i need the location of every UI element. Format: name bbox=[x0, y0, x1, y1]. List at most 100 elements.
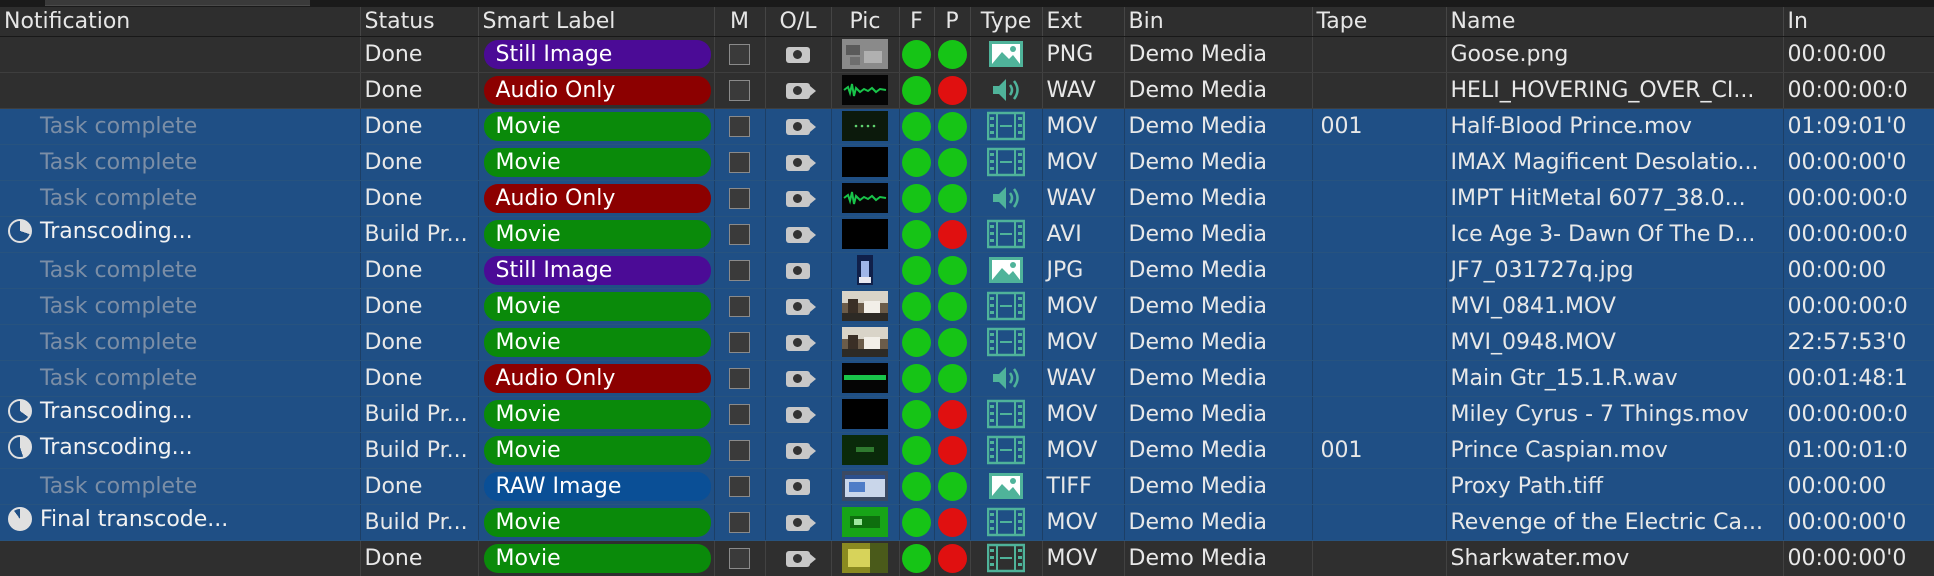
m-cell[interactable] bbox=[714, 36, 766, 73]
smart-label-pill[interactable]: Still Image bbox=[483, 255, 711, 285]
active-tab-indicator[interactable] bbox=[45, 0, 310, 6]
table-row[interactable]: Task complete Done Still Image JPG Demo Medi… bbox=[0, 252, 1934, 289]
smart-label-pill[interactable]: Movie bbox=[483, 543, 711, 573]
mark-checkbox[interactable] bbox=[729, 152, 750, 173]
m-cell[interactable] bbox=[714, 396, 766, 433]
table-row[interactable]: Task complete Done Audio Only WAV Demo Media… bbox=[0, 360, 1934, 397]
smart-label-cell[interactable]: RAW Image bbox=[478, 468, 715, 505]
mark-checkbox[interactable] bbox=[729, 332, 750, 353]
mark-checkbox[interactable] bbox=[729, 80, 750, 101]
m-cell[interactable] bbox=[714, 252, 766, 289]
smart-label-pill[interactable]: Movie bbox=[483, 147, 711, 177]
m-cell[interactable] bbox=[714, 324, 766, 361]
table-row[interactable]: Done Still Image PNG Demo Media Goose.png 00:… bbox=[0, 36, 1934, 73]
mark-checkbox[interactable] bbox=[729, 116, 750, 137]
smart-label-cell[interactable]: Still Image bbox=[478, 252, 715, 289]
m-cell[interactable] bbox=[714, 288, 766, 325]
progress-pie-icon bbox=[8, 399, 32, 424]
column-header-ol[interactable]: O/L bbox=[765, 7, 832, 37]
table-row[interactable]: Task complete Done Movie MOV Demo Media MVI_0… bbox=[0, 324, 1934, 361]
m-cell[interactable] bbox=[714, 72, 766, 109]
smart-label-pill[interactable]: Movie bbox=[483, 219, 711, 249]
m-cell[interactable] bbox=[714, 144, 766, 181]
column-header-ext[interactable]: Ext bbox=[1042, 7, 1125, 37]
column-header-pic[interactable]: Pic bbox=[831, 7, 900, 37]
smart-label-cell[interactable]: Movie bbox=[478, 144, 715, 181]
smart-label-cell[interactable]: Movie bbox=[478, 288, 715, 325]
smart-label-pill[interactable]: Movie bbox=[483, 111, 711, 141]
table-row[interactable]: Task complete Done Movie MOV Demo Media MVI_0… bbox=[0, 288, 1934, 325]
black-thumbnail bbox=[842, 147, 888, 177]
table-row[interactable]: Task complete Done Audio Only WAV Demo Media… bbox=[0, 180, 1934, 217]
tape-cell bbox=[1312, 468, 1447, 505]
mark-checkbox[interactable] bbox=[729, 512, 750, 533]
column-header-in[interactable]: In bbox=[1783, 7, 1934, 37]
speaker-icon bbox=[987, 185, 1025, 210]
table-row[interactable]: Task complete Done RAW Image TIFF Demo Media… bbox=[0, 468, 1934, 505]
column-header-notification[interactable]: Notification bbox=[0, 7, 361, 37]
smart-label-cell[interactable]: Movie bbox=[478, 504, 715, 541]
column-header-status[interactable]: Status bbox=[360, 7, 479, 37]
column-header-p[interactable]: P bbox=[934, 7, 971, 37]
mark-checkbox[interactable] bbox=[729, 440, 750, 461]
smart-label-cell[interactable]: Audio Only bbox=[478, 180, 715, 217]
m-cell[interactable] bbox=[714, 216, 766, 253]
column-header-bin[interactable]: Bin bbox=[1124, 7, 1313, 37]
smart-label-pill[interactable]: RAW Image bbox=[483, 471, 711, 501]
column-header-tape[interactable]: Tape bbox=[1312, 7, 1447, 37]
mark-checkbox[interactable] bbox=[729, 368, 750, 389]
smart-label-cell[interactable]: Audio Only bbox=[478, 72, 715, 109]
m-cell[interactable] bbox=[714, 360, 766, 397]
table-row[interactable]: Task complete Done Movie MOV Demo Media IMAX … bbox=[0, 144, 1934, 181]
smart-label-pill[interactable]: Movie bbox=[483, 291, 711, 321]
m-cell[interactable] bbox=[714, 540, 766, 576]
smart-label-pill[interactable]: Still Image bbox=[483, 39, 711, 69]
table-row[interactable]: Task complete Done Movie MOV Demo Media 001 Ha… bbox=[0, 108, 1934, 145]
film-icon bbox=[987, 291, 1025, 321]
smart-label-pill[interactable]: Audio Only bbox=[483, 75, 711, 105]
m-cell[interactable] bbox=[714, 504, 766, 541]
smart-label-cell[interactable]: Movie bbox=[478, 432, 715, 469]
smart-label-pill[interactable]: Audio Only bbox=[483, 363, 711, 393]
type-cell bbox=[970, 180, 1043, 217]
p-cell bbox=[934, 324, 971, 361]
smart-label-cell[interactable]: Movie bbox=[478, 540, 715, 576]
mark-checkbox[interactable] bbox=[729, 476, 750, 497]
m-cell[interactable] bbox=[714, 180, 766, 217]
table-row[interactable]: Done Audio Only WAV Demo Media HELI_HOVERING… bbox=[0, 72, 1934, 109]
tape-cell bbox=[1312, 540, 1447, 576]
table-row[interactable]: Transcoding... Build Pr... Movie MOV Demo Me… bbox=[0, 396, 1934, 433]
m-cell[interactable] bbox=[714, 108, 766, 145]
mark-checkbox[interactable] bbox=[729, 44, 750, 65]
mark-checkbox[interactable] bbox=[729, 296, 750, 317]
mark-checkbox[interactable] bbox=[729, 404, 750, 425]
column-header-m[interactable]: M bbox=[714, 7, 766, 37]
smart-label-pill[interactable]: Audio Only bbox=[483, 183, 711, 213]
mark-checkbox[interactable] bbox=[729, 260, 750, 281]
column-header-smart-label[interactable]: Smart Label bbox=[478, 7, 715, 37]
smart-label-pill[interactable]: Movie bbox=[483, 327, 711, 357]
status-dot-f bbox=[902, 219, 931, 249]
smart-label-pill[interactable]: Movie bbox=[483, 507, 711, 537]
m-cell[interactable] bbox=[714, 468, 766, 505]
smart-label-cell[interactable]: Movie bbox=[478, 324, 715, 361]
smart-label-cell[interactable]: Movie bbox=[478, 108, 715, 145]
m-cell[interactable] bbox=[714, 432, 766, 469]
mark-checkbox[interactable] bbox=[729, 188, 750, 209]
smart-label-cell[interactable]: Movie bbox=[478, 396, 715, 433]
table-row[interactable]: Transcoding... Build Pr... Movie MOV Demo Me… bbox=[0, 432, 1934, 469]
column-header-f[interactable]: F bbox=[899, 7, 935, 37]
column-header-name[interactable]: Name bbox=[1446, 7, 1784, 37]
smart-label-cell[interactable]: Still Image bbox=[478, 36, 715, 73]
table-row[interactable]: Final transcode... Build Pr... Movie MOV Dem… bbox=[0, 504, 1934, 541]
column-header-type[interactable]: Type bbox=[970, 7, 1043, 37]
table-row[interactable]: Transcoding... Build Pr... Movie AVI Demo Me… bbox=[0, 216, 1934, 253]
smart-label-cell[interactable]: Audio Only bbox=[478, 360, 715, 397]
table-row[interactable]: Done Movie MOV Demo Media Sharkwater.mov 00:0… bbox=[0, 540, 1934, 576]
mark-checkbox[interactable] bbox=[729, 548, 750, 569]
bin-cell: Demo Media bbox=[1124, 108, 1313, 145]
smart-label-pill[interactable]: Movie bbox=[483, 399, 711, 429]
mark-checkbox[interactable] bbox=[729, 224, 750, 245]
smart-label-pill[interactable]: Movie bbox=[483, 435, 711, 465]
smart-label-cell[interactable]: Movie bbox=[478, 216, 715, 253]
